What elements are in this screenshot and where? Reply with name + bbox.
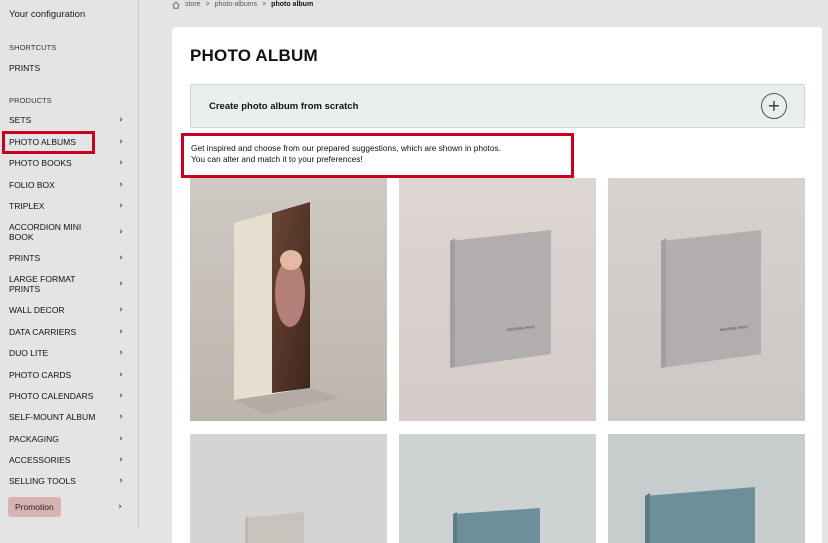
sidebar-item-accessories[interactable]: ACCESSORIES ›	[9, 455, 125, 465]
sidebar-item-sets[interactable]: SETS ›	[9, 115, 125, 125]
album-suggestion-tile[interactable]	[190, 178, 387, 421]
chevron-right-icon: ›	[118, 502, 122, 512]
promotion-button[interactable]: Promotion	[8, 497, 61, 517]
plus-icon[interactable]: +	[761, 93, 787, 119]
sidebar-item-wall-decor[interactable]: WALL DECOR ›	[9, 305, 125, 315]
chevron-right-icon: ›	[119, 158, 123, 168]
album-photo-image: WEDDING PRINT	[608, 178, 805, 421]
chevron-right-icon: ›	[119, 115, 123, 125]
album-photo-image	[399, 434, 596, 543]
chevron-right-icon: ›	[119, 253, 123, 263]
photo-albums-highlight	[2, 131, 95, 154]
sidebar-item-photo-cards[interactable]: PHOTO CARDS ›	[9, 370, 125, 380]
sidebar: Your configuration SHORTCUTS PRINTS PROD…	[0, 0, 139, 528]
chevron-right-icon: ›	[119, 476, 123, 486]
sidebar-item-label: SETS	[9, 115, 32, 125]
breadcrumb-store[interactable]: store	[185, 1, 201, 8]
sidebar-item-label: TRIPLEX	[9, 201, 45, 211]
chevron-right-icon: ›	[119, 201, 123, 211]
chevron-right-icon: ›	[119, 305, 123, 315]
chevron-right-icon: ›	[119, 348, 123, 358]
sidebar-item-label: LARGE FORMAT PRINTS	[9, 274, 76, 294]
sidebar-item-label: SELLING TOOLS	[9, 476, 76, 486]
sidebar-item-label: SELF-MOUNT ALBUM	[9, 412, 96, 422]
promotion-item[interactable]: Promotion ›	[8, 497, 124, 517]
album-photo-image	[190, 178, 387, 421]
chevron-right-icon: ›	[119, 137, 123, 147]
sidebar-item-triplex[interactable]: TRIPLEX ›	[9, 201, 125, 211]
album-suggestion-tile[interactable]	[399, 434, 596, 543]
sidebar-item-accordion-mini-book[interactable]: ACCORDION MINI BOOK ›	[9, 222, 125, 242]
album-suggestion-tile[interactable]: WEDDING PRINT	[399, 178, 596, 421]
sidebar-item-photo-calendars[interactable]: PHOTO CALENDARS ›	[9, 391, 125, 401]
sidebar-item-label: PHOTO CALENDARS	[9, 391, 94, 401]
chevron-right-icon: ›	[119, 434, 123, 444]
sidebar-item-label: PACKAGING	[9, 434, 59, 444]
sidebar-item-label: PHOTO BOOKS	[9, 158, 72, 168]
album-photo-image	[190, 434, 387, 543]
sidebar-item-label: PRINTS	[9, 253, 41, 263]
main-panel: PHOTO ALBUM Create photo album from scra…	[172, 27, 822, 543]
create-from-scratch-label: Create photo album from scratch	[209, 100, 359, 112]
sidebar-item-label: WALL DECOR	[9, 305, 65, 315]
album-photo-image: WEDDING PRINT	[399, 178, 596, 421]
sidebar-item-label: FOLIO BOX	[9, 180, 55, 190]
page-title: PHOTO ALBUM	[190, 46, 318, 65]
create-from-scratch-button[interactable]: Create photo album from scratch +	[190, 84, 805, 128]
sidebar-item-data-carriers[interactable]: DATA CARRIERS ›	[9, 327, 125, 337]
chevron-right-icon: ›	[119, 180, 123, 190]
sidebar-item-large-format-prints[interactable]: LARGE FORMAT PRINTS ›	[9, 274, 125, 294]
chevron-right-icon: ›	[119, 455, 123, 465]
breadcrumb: store > photo-albums > photo album	[172, 0, 313, 9]
sidebar-item-photo-books[interactable]: PHOTO BOOKS ›	[9, 158, 125, 168]
sidebar-item-selling-tools[interactable]: SELLING TOOLS ›	[9, 476, 125, 486]
chevron-right-icon: ›	[119, 227, 123, 237]
sidebar-item-label: DUO LITE	[9, 348, 49, 358]
sidebar-item-label: ACCORDION MINI BOOK	[9, 222, 82, 242]
chevron-right-icon: ›	[119, 412, 123, 422]
album-suggestion-tile[interactable]	[190, 434, 387, 543]
sidebar-item-duo-lite[interactable]: DUO LITE ›	[9, 348, 125, 358]
album-photo-image	[608, 434, 805, 543]
inspiration-line-1: Get inspired and choose from our prepare…	[191, 143, 501, 153]
your-configuration-link[interactable]: Your configuration	[9, 9, 85, 20]
breadcrumb-photo-albums[interactable]: photo-albums	[215, 1, 257, 8]
breadcrumb-separator: >	[262, 1, 267, 8]
chevron-right-icon: ›	[119, 391, 123, 401]
shortcut-prints[interactable]: PRINTS	[9, 63, 40, 73]
home-icon[interactable]	[172, 1, 180, 9]
sidebar-item-label: DATA CARRIERS	[9, 327, 77, 337]
sidebar-item-self-mount-album[interactable]: SELF-MOUNT ALBUM ›	[9, 412, 125, 422]
chevron-right-icon: ›	[119, 370, 123, 380]
chevron-right-icon: ›	[119, 279, 123, 289]
album-suggestion-tile[interactable]: WEDDING PRINT	[608, 178, 805, 421]
inspiration-text-box: Get inspired and choose from our prepare…	[181, 133, 574, 178]
sidebar-item-folio-box[interactable]: FOLIO BOX ›	[9, 180, 125, 190]
sidebar-item-label: ACCESSORIES	[9, 455, 71, 465]
breadcrumb-current: photo album	[271, 1, 314, 8]
shortcuts-heading: SHORTCUTS	[9, 43, 57, 52]
chevron-right-icon: ›	[119, 327, 123, 337]
sidebar-item-prints[interactable]: PRINTS ›	[9, 253, 125, 263]
album-suggestion-tile[interactable]	[608, 434, 805, 543]
sidebar-item-packaging[interactable]: PACKAGING ›	[9, 434, 125, 444]
breadcrumb-separator: >	[205, 1, 210, 8]
products-heading: PRODUCTS	[9, 96, 52, 105]
inspiration-line-2: You can alter and match it to your prefe…	[191, 154, 363, 164]
sidebar-item-label: PHOTO CARDS	[9, 370, 72, 380]
